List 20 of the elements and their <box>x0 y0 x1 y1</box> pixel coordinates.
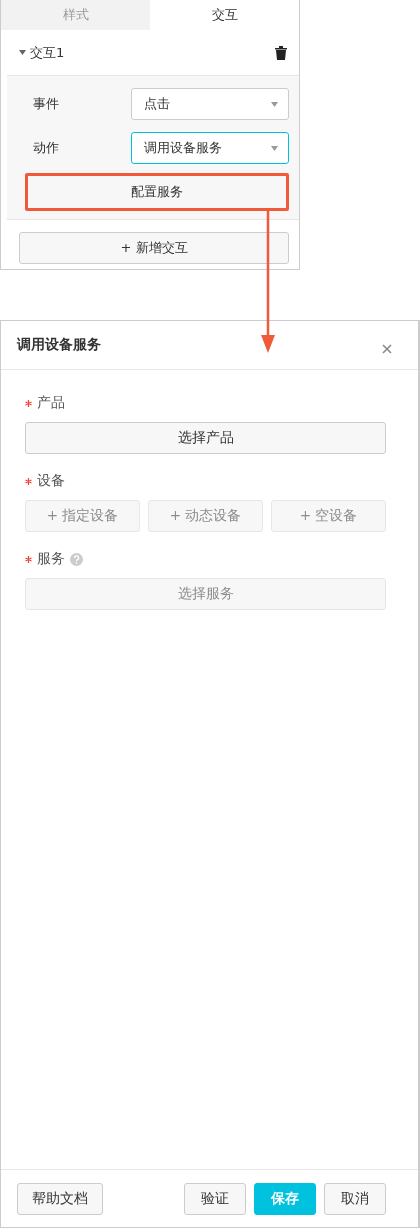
field-label: 服务 <box>37 550 65 568</box>
field-label: 动作 <box>32 139 59 157</box>
select-field[interactable]: 点击 <box>131 88 289 120</box>
close-icon[interactable] <box>382 344 392 354</box>
select-field[interactable]: 调用设备服务 <box>131 132 289 164</box>
dropdown-caret-icon <box>271 145 278 151</box>
footer-button[interactable]: 取消 <box>324 1182 386 1215</box>
dropdown-caret-icon <box>271 101 278 107</box>
trash-icon[interactable] <box>275 45 287 60</box>
select-button[interactable]: 选择产品 <box>25 422 386 454</box>
help-docs-button[interactable]: 帮助文档 <box>17 1182 103 1215</box>
footer-button[interactable]: 验证 <box>184 1182 246 1215</box>
add-button[interactable]: + 新增交互 <box>19 232 289 264</box>
caret-icon[interactable] <box>19 50 26 55</box>
field-label: 事件 <box>32 95 59 113</box>
field-label: 设备 <box>37 472 65 490</box>
interaction-title: 交互1 <box>30 43 65 62</box>
configure-button[interactable]: 配置服务 <box>25 173 289 211</box>
field-label: 产品 <box>37 394 65 412</box>
dialog-title: 调用设备服务 <box>17 336 101 354</box>
